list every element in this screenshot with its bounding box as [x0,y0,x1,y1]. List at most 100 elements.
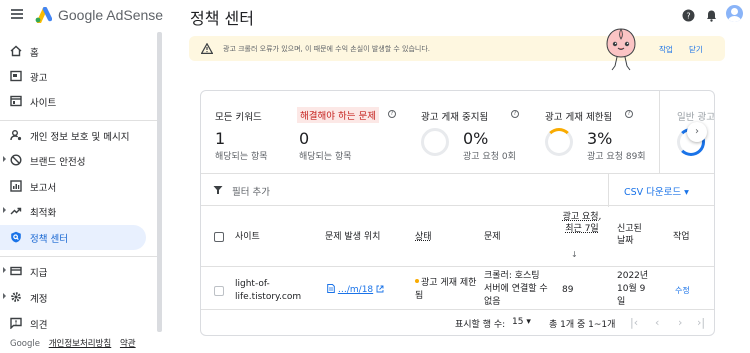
expand-arrow-icon [3,156,6,162]
trending-icon [10,207,22,215]
block-icon [10,154,22,166]
sidebar-footer: Google 개인정보처리방침 약관 [10,337,142,349]
sidebar-divider [0,256,157,257]
row-location-link[interactable]: …/m/18 [327,284,384,297]
summary-strip: 모든 키워드 1 해당되는 항목 해결해야 하는 문제 ? 0 해당되는 항목 … [201,91,715,173]
progress-ring [545,128,573,156]
privacy-policy-link[interactable]: 개인정보처리방침 [49,339,112,349]
must-fix-sub: 해당되는 항목 [299,152,352,162]
crawler-error-banner: 광고 크롤러 오류가 있으며, 이 때문에 수익 손실이 발생할 수 있습니다.… [189,36,725,61]
sidebar-item-account[interactable]: 계정 [0,285,146,310]
sidebar-item-optimization[interactable]: 최적화 [0,199,146,224]
sidebar-item-reports[interactable]: 보고서 [0,174,146,199]
sidebar-item-label: 홈 [30,48,39,59]
account-avatar[interactable] [726,5,743,22]
row-checkbox[interactable] [214,286,224,296]
column-header-location[interactable]: 문제 발생 위치 [325,231,380,243]
sidebar-item-policy-center[interactable]: 정책 센터 [0,225,146,250]
document-icon [327,284,335,293]
table-header-divider [201,266,714,267]
status-dot [415,279,419,283]
ad-serving-limited-title[interactable]: 광고 게재 제한됨 [545,109,612,123]
fix-button[interactable]: 수정 [675,284,690,297]
menu-icon[interactable] [11,9,23,19]
row-issue: 크롤러: 호스팅 서버에 연결할 수 없음 [484,271,548,307]
ad-serving-disabled-value: 0% [463,129,489,148]
help-icon[interactable]: ? [388,110,396,118]
page-title: 정책 센터 [190,9,254,28]
next-page-button[interactable]: › [678,316,682,329]
sidebar-item-label: 최적화 [30,208,57,219]
row-reported-date: 2022년 10월 9일 [617,271,649,307]
rows-per-page-label: 표시할 행 수: [455,320,506,330]
must-fix-title-text: 해결해야 하는 문제 [300,111,376,122]
csv-download-label: CSV 다운로드 ▾ [624,187,689,198]
terms-link[interactable]: 약관 [120,339,136,349]
sidebar-item-label: 브랜드 안전성 [30,157,86,168]
column-header-status[interactable]: 상태 [415,231,432,243]
csv-download-button[interactable]: CSV 다운로드 ▾ [608,174,714,207]
all-keywords-sub: 해당되는 항목 [215,152,268,162]
reports-icon [10,180,22,192]
ad-serving-disabled-title[interactable]: 광고 게재 중지됨 [421,109,488,123]
feedback-icon [10,317,22,329]
sort-descending-icon[interactable]: ↓ [571,249,578,261]
row-requests: 89 [562,285,574,295]
filter-bar: 필터 추가 CSV 다운로드 ▾ [201,173,714,207]
sidebar-item-feedback[interactable]: 의견 [0,311,146,336]
sidebar-item-label: 정책 센터 [30,234,68,245]
previous-page-button[interactable]: ‹ [655,316,659,329]
sidebar-item-home[interactable]: 홈 [0,39,146,64]
sidebar-item-ads[interactable]: 광고 [0,64,146,89]
all-keywords-value: 1 [215,129,226,148]
column-header-requests[interactable]: 광고 요청, 최근 7일 [562,211,602,235]
help-icon[interactable]: ? [511,110,519,118]
open-in-new-icon [376,285,384,293]
footer-brand: Google [10,339,40,349]
add-filter-button[interactable]: 필터 추가 [232,184,270,198]
column-header-issue[interactable]: 문제 [484,231,501,243]
sidebar-item-label: 의견 [30,320,48,331]
sidebar-divider [0,120,157,121]
column-header-site[interactable]: 사이트 [235,231,260,243]
help-icon[interactable]: ? [682,9,695,22]
banner-action-button[interactable]: 작업 [659,44,673,55]
column-header-reported[interactable]: 신고된 날짜 [617,223,647,247]
notifications-icon[interactable] [705,9,718,22]
settings-icon [11,292,21,302]
help-icon[interactable]: ? [625,110,633,118]
must-fix-value: 0 [299,129,310,148]
select-all-checkbox[interactable] [214,232,224,242]
row-site: light-of-life.tistory.com [235,279,302,302]
sites-icon [10,95,22,107]
sidebar-item-sites[interactable]: 사이트 [0,89,146,114]
sidebar-item-payments[interactable]: 지급 [0,259,146,284]
sidebar-item-privacy[interactable]: 개인 정보 보호 및 메시지 [0,123,146,148]
sidebar-item-label: 계정 [30,294,48,305]
banner-message: 광고 크롤러 오류가 있으며, 이 때문에 수익 손실이 발생할 수 있습니다. [223,45,431,53]
sidebar-item-brand-safety[interactable]: 브랜드 안전성 [0,148,146,173]
next-arrow-button[interactable]: › [687,122,707,142]
location-text: …/m/18 [337,285,374,295]
progress-ring [421,128,449,156]
must-fix-title[interactable]: 해결해야 하는 문제 [297,107,379,123]
first-page-button[interactable]: |‹ [630,316,638,329]
expand-arrow-icon [3,267,6,273]
sidebar-item-label: 지급 [30,268,48,279]
last-page-button[interactable]: ›| [697,316,705,329]
sidebar: 홈 광고 사이트 개인 정보 보호 및 메시지 브랜드 안전성 보고서 최적화 … [0,32,160,353]
banner-dismiss-button[interactable]: 닫기 [689,44,703,55]
policy-icon [11,231,21,243]
ad-serving-disabled-sub: 광고 요청 0회 [463,152,516,162]
summary-divider [659,91,660,173]
row-status: 광고 게재 제한됨 [415,277,477,303]
logo-text[interactable]: Google AdSense [58,7,163,23]
partial-card-title: 일반 광고 [677,112,715,123]
payments-icon [10,266,22,276]
adsense-logo-icon [35,7,52,23]
ad-serving-limited-value: 3% [587,129,613,148]
sidebar-scrollbar[interactable] [157,32,162,332]
ads-icon [10,70,22,82]
rows-per-page-select[interactable]: 15 ▾ [512,317,531,327]
all-keywords-title[interactable]: 모든 키워드 [215,109,262,123]
